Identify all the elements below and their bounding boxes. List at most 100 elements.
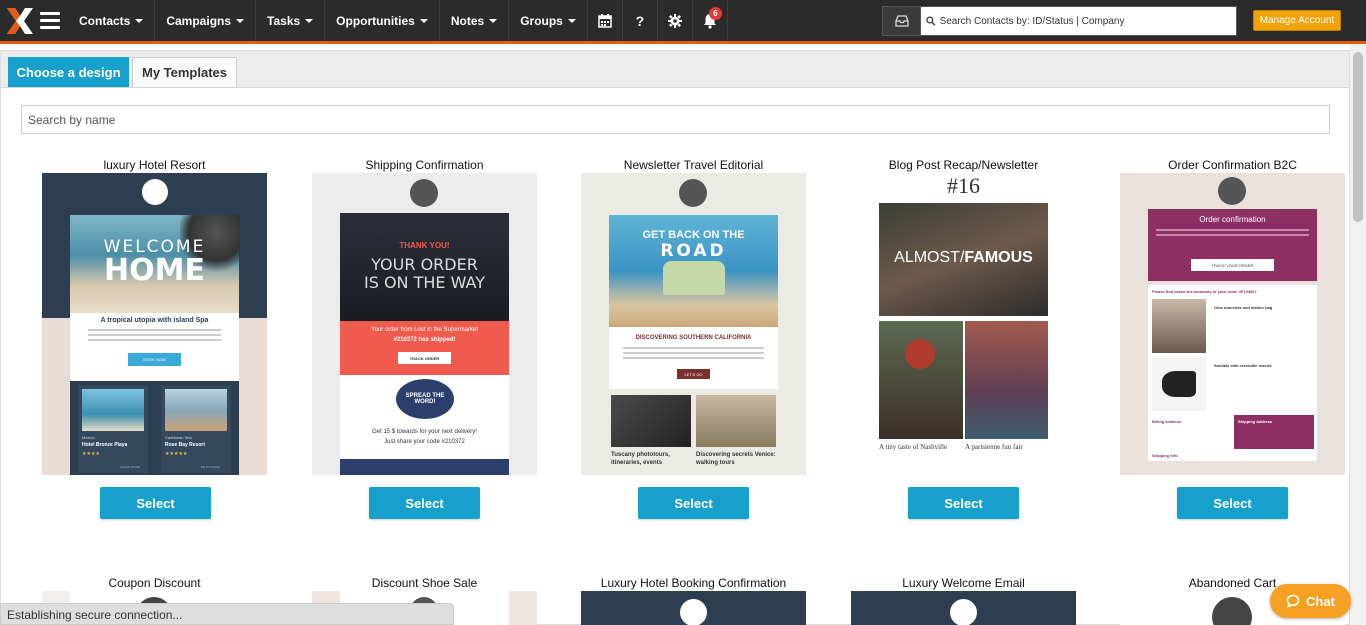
shipping-address-heading: Shipping Address xyxy=(1238,419,1273,424)
logo-badge xyxy=(680,599,707,625)
issue-number: #16 xyxy=(947,173,980,198)
chat-bubble-icon xyxy=(1286,594,1300,608)
nav-groups-label: Groups xyxy=(520,13,563,28)
template-thumbnail[interactable]: THANK YOU! YOUR ORDER IS ON THE WAY Your… xyxy=(312,173,537,475)
notification-badge: 6 xyxy=(708,7,722,20)
template-title: Order Confirmation B2C xyxy=(1168,158,1297,172)
app-root: Contacts Campaigns Tasks Opportunities N… xyxy=(0,0,1366,625)
page-scrollbar[interactable] xyxy=(1350,44,1366,625)
tab-my-templates[interactable]: My Templates xyxy=(132,57,237,87)
template-title: luxury Hotel Resort xyxy=(103,158,206,172)
template-title: Blog Post Recap/Newsletter xyxy=(888,158,1039,172)
on-the-way-text: IS ON THE WAY xyxy=(363,273,486,292)
road-text: ROAD xyxy=(660,241,727,261)
template-chooser-panel: Choose a design My Templates luxury Hote… xyxy=(0,50,1350,625)
item2-name: Sandals with crocodile inserts xyxy=(1214,363,1272,368)
hotel-intro-block: A tropical utopia with island Spa BOOK N… xyxy=(70,313,239,381)
template-title: Newsletter Travel Editorial xyxy=(623,158,764,172)
help-icon[interactable]: ? xyxy=(623,0,658,41)
left-stars: ★★★★ xyxy=(82,451,100,457)
blog-caption-left: A tiny taste of Nashville xyxy=(879,443,948,451)
shipping-address-block: Shipping Address xyxy=(1234,415,1314,449)
logo-badge xyxy=(679,179,707,207)
search-field-wrap xyxy=(921,7,1236,35)
nav-opportunities[interactable]: Opportunities xyxy=(325,0,440,41)
select-template-button[interactable]: Select xyxy=(908,487,1019,519)
logo-x-icon xyxy=(7,7,33,34)
nav-campaigns[interactable]: Campaigns xyxy=(155,0,257,41)
travel-caption-left: Tuscany phototours, itineraries, events xyxy=(611,452,670,466)
nav-contacts[interactable]: Contacts xyxy=(68,0,156,41)
notifications-bell-icon[interactable]: 6 xyxy=(693,0,728,41)
search-by-name-input[interactable] xyxy=(21,105,1330,134)
right-stars: ★★★★★ xyxy=(165,451,188,457)
track-your-order-mini: TRACK YOUR ORDER xyxy=(1191,259,1274,271)
nav-notes[interactable]: Notes xyxy=(440,0,510,41)
shipping-status-block: Your order from Lost in the Supermarket … xyxy=(340,321,509,375)
logo-badge xyxy=(1212,597,1252,625)
sandals-photo xyxy=(1152,357,1206,411)
right-location: Caribbean Sea xyxy=(165,435,192,440)
contact-search-input[interactable] xyxy=(939,15,1236,27)
manage-account-button[interactable]: Manage Account xyxy=(1253,10,1341,31)
logo-badge xyxy=(142,179,168,205)
select-template-button[interactable]: Select xyxy=(369,487,480,519)
chevron-down-icon xyxy=(236,18,245,23)
template-title: Luxury Welcome Email xyxy=(902,576,1025,590)
select-template-button[interactable]: Select xyxy=(638,487,749,519)
scrollbar-thumb[interactable] xyxy=(1353,52,1363,222)
hotel-subtitle: A tropical utopia with island Spa xyxy=(100,317,209,324)
nav-opportunities-label: Opportunities xyxy=(336,13,415,28)
road-photo: GET BACK ON THE ROAD xyxy=(609,215,778,327)
search-scope-button[interactable] xyxy=(883,7,921,35)
nav-contacts-label: Contacts xyxy=(79,13,131,28)
right-be-in-touch: BE IN TOUCH xyxy=(201,465,221,469)
venice-photo xyxy=(696,395,776,447)
left-location: Mexico xyxy=(82,435,95,440)
shipping-hero: THANK YOU! YOUR ORDER IS ON THE WAY xyxy=(340,213,509,321)
left-hotel-name: Hotel Bronze Playa xyxy=(82,442,128,448)
chevron-down-icon xyxy=(489,18,498,23)
nav-groups[interactable]: Groups xyxy=(509,0,588,41)
select-template-button[interactable]: Select xyxy=(100,487,211,519)
discover-text: DISCOVERING SOUTHERN CALIFORNIA xyxy=(635,335,752,341)
calendar-icon[interactable] xyxy=(588,0,623,41)
chevron-down-icon xyxy=(567,18,576,23)
template-card: Newsletter Travel Editorial GET BACK ON … xyxy=(581,157,806,475)
promo-text: Get 15 $ towards for your next delivery! xyxy=(372,429,477,435)
home-text: HOME xyxy=(104,253,205,288)
logo-badge xyxy=(1218,177,1246,205)
chat-label: Chat xyxy=(1306,593,1335,609)
item1-name: Onix bracelets and leather bag xyxy=(1214,305,1273,310)
app-logo[interactable] xyxy=(0,0,40,41)
chevron-down-icon xyxy=(305,18,314,23)
bracelet-photo xyxy=(1152,299,1206,353)
top-navbar: Contacts Campaigns Tasks Opportunities N… xyxy=(0,0,1366,44)
template-thumbnail[interactable]: Order confirmation TRACK YOUR ORDER Plea… xyxy=(1120,173,1345,475)
book-now-mini: BOOK NOW xyxy=(128,353,181,366)
template-card: luxury Hotel Resort WELCOME HOME A tropi… xyxy=(42,157,267,475)
order-number-text: #210372 has shipped! xyxy=(393,337,456,343)
template-thumbnail[interactable] xyxy=(581,591,806,625)
template-thumbnail[interactable]: #16 ALMOST/FAMOUS A tiny taste of Nashvi… xyxy=(851,173,1076,475)
hamburger-menu-icon[interactable] xyxy=(40,0,68,41)
order-confirmation-banner: Order confirmation TRACK YOUR ORDER xyxy=(1148,209,1317,281)
shipping-promo-block: SPREAD THE WORD! Get 15 $ towards for yo… xyxy=(340,375,509,475)
chat-button[interactable]: Chat xyxy=(1270,584,1351,618)
lets-go-mini: LET'S GO xyxy=(677,369,710,379)
select-template-button[interactable]: Select xyxy=(1177,487,1288,519)
tab-choose-design[interactable]: Choose a design xyxy=(8,57,129,87)
famous-text: FAMOUS xyxy=(964,249,1033,266)
nav-tasks[interactable]: Tasks xyxy=(256,0,326,41)
template-card: Luxury Welcome Email xyxy=(851,575,1076,625)
share-code-text: Just share your code #210372 xyxy=(384,439,465,445)
logo-badge xyxy=(950,599,977,625)
camera-photo xyxy=(611,395,691,447)
gear-icon[interactable] xyxy=(658,0,693,41)
template-thumbnail[interactable]: GET BACK ON THE ROAD DISCOVERING SOUTHER… xyxy=(581,173,806,475)
template-thumbnail[interactable]: WELCOME HOME A tropical utopia with isla… xyxy=(42,173,267,475)
template-thumbnail[interactable] xyxy=(851,591,1076,625)
browser-status-bar: Establishing secure connection... xyxy=(0,603,454,625)
get-back-text: GET BACK ON THE xyxy=(642,229,745,241)
chevron-down-icon xyxy=(419,18,428,23)
